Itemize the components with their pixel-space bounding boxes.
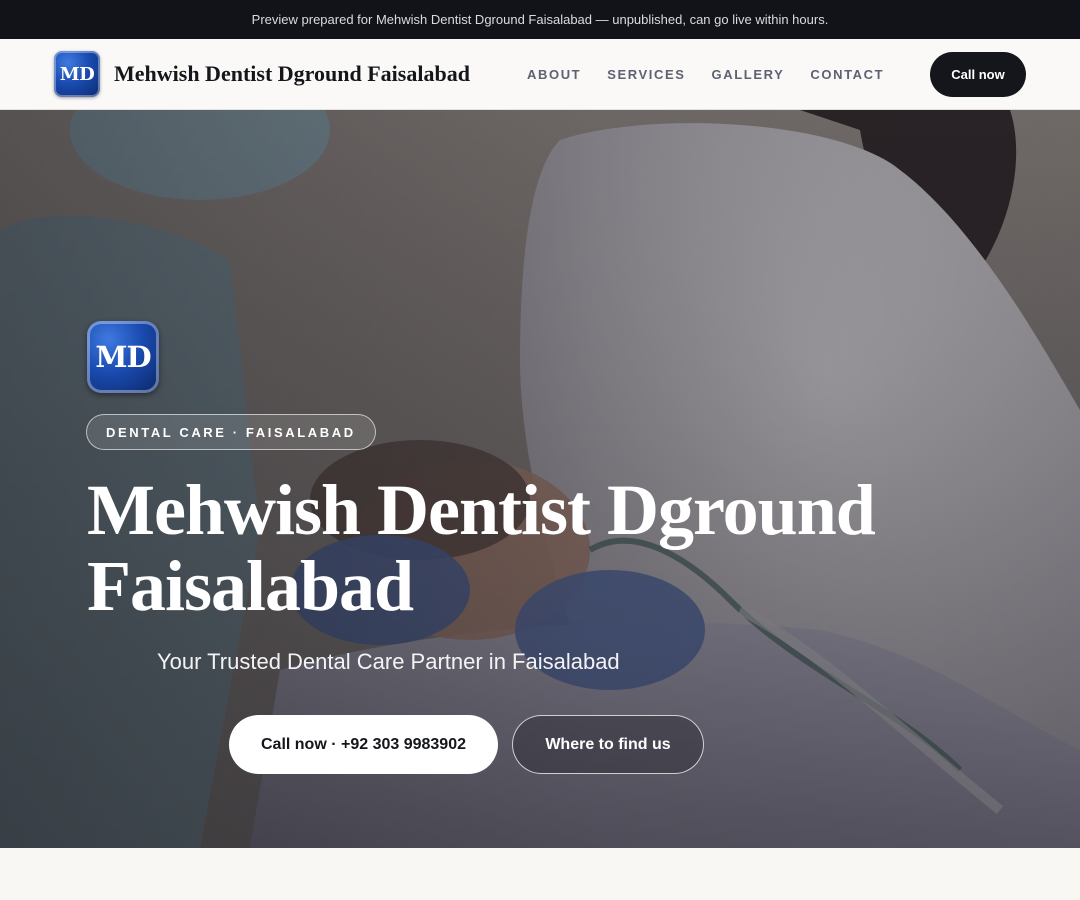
hero-section: MD DENTAL CARE · FAISALABAD Mehwish Dent…	[0, 110, 1080, 848]
hero-eyebrow-badge: DENTAL CARE · FAISALABAD	[86, 414, 376, 450]
announcement-bar: Preview prepared for Mehwish Dentist Dgr…	[0, 0, 1080, 39]
hero-title: Mehwish Dentist Dground Faisalabad	[87, 472, 987, 624]
hero-call-button[interactable]: Call now · +92 303 9983902	[229, 715, 498, 774]
header-call-button[interactable]: Call now	[930, 52, 1026, 97]
find-us-button[interactable]: Where to find us	[512, 715, 704, 774]
hero-title-line2: Faisalabad	[87, 546, 414, 626]
hero-subtitle: Your Trusted Dental Care Partner in Fais…	[157, 649, 620, 674]
nav-contact[interactable]: CONTACT	[810, 67, 884, 82]
site-header: MD Mehwish Dentist Dground Faisalabad AB…	[0, 39, 1080, 110]
nav-gallery[interactable]: GALLERY	[712, 67, 785, 82]
hero-title-line1: Mehwish Dentist Dground	[87, 470, 876, 550]
logo-icon[interactable]: MD	[54, 51, 100, 97]
brand-name[interactable]: Mehwish Dentist Dground Faisalabad	[114, 61, 470, 87]
main-nav: ABOUT SERVICES GALLERY CONTACT	[527, 67, 910, 82]
hero-logo-icon: MD	[87, 321, 159, 393]
announcement-text: Preview prepared for Mehwish Dentist Dgr…	[251, 12, 829, 27]
nav-services[interactable]: SERVICES	[607, 67, 685, 82]
nav-about[interactable]: ABOUT	[527, 67, 581, 82]
